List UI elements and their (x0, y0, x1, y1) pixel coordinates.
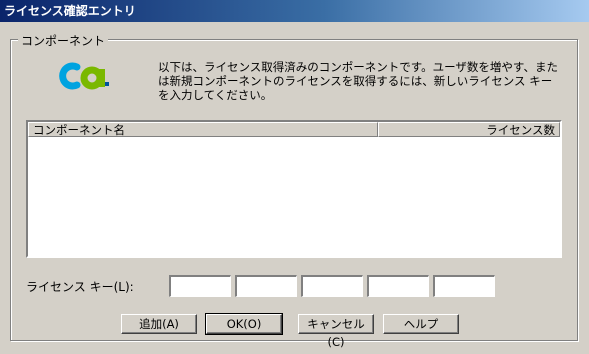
help-button[interactable]: ヘルプ (383, 314, 459, 334)
cancel-button[interactable]: キャンセル(C) (298, 314, 374, 349)
column-header-component-name[interactable]: コンポーネント名 (28, 122, 378, 137)
column-header-license-count[interactable]: ライセンス数 (378, 122, 560, 137)
license-key-field-1[interactable] (169, 275, 231, 297)
group-label: コンポーネント (18, 32, 109, 49)
component-list[interactable]: コンポーネント名 ライセンス数 (26, 120, 562, 258)
license-key-field-3[interactable] (301, 275, 363, 297)
license-key-field-5[interactable] (433, 275, 495, 297)
description-text: 以下は、ライセンス取得済みのコンポーネントです。ユーザ数を増やす、または新規コン… (158, 60, 558, 102)
ca-logo-icon (59, 62, 109, 90)
ok-button[interactable]: OK(O) (205, 313, 283, 335)
license-key-label: ライセンス キー(L): (26, 280, 134, 294)
add-button[interactable]: 追加(A) (121, 314, 197, 334)
window-title: ライセンス確認エントリ (0, 0, 589, 22)
license-key-field-4[interactable] (367, 275, 429, 297)
license-key-field-2[interactable] (235, 275, 297, 297)
list-header: コンポーネント名 ライセンス数 (28, 122, 560, 137)
